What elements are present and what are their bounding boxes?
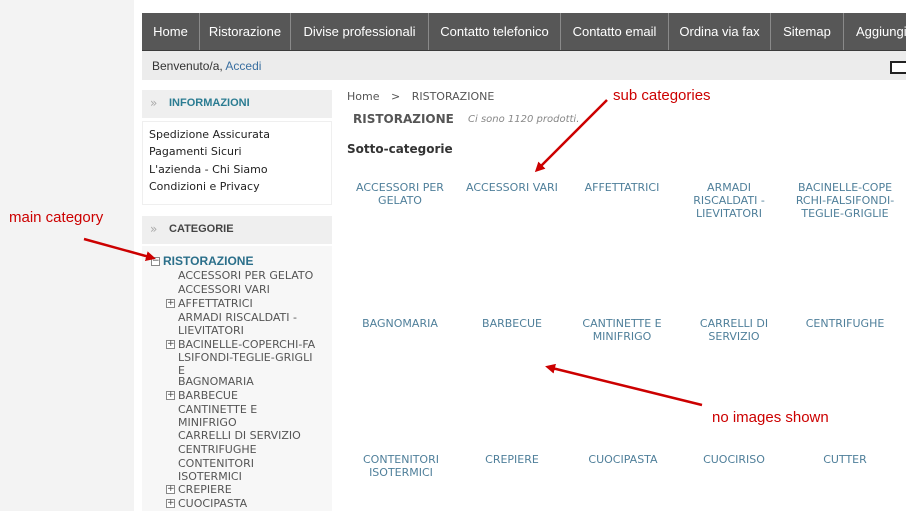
arrow-to-main-category [83, 237, 156, 261]
arrow-to-subcategories [534, 99, 608, 173]
annotation-arrows [83, 99, 703, 407]
arrow-to-missing-images [545, 363, 703, 407]
